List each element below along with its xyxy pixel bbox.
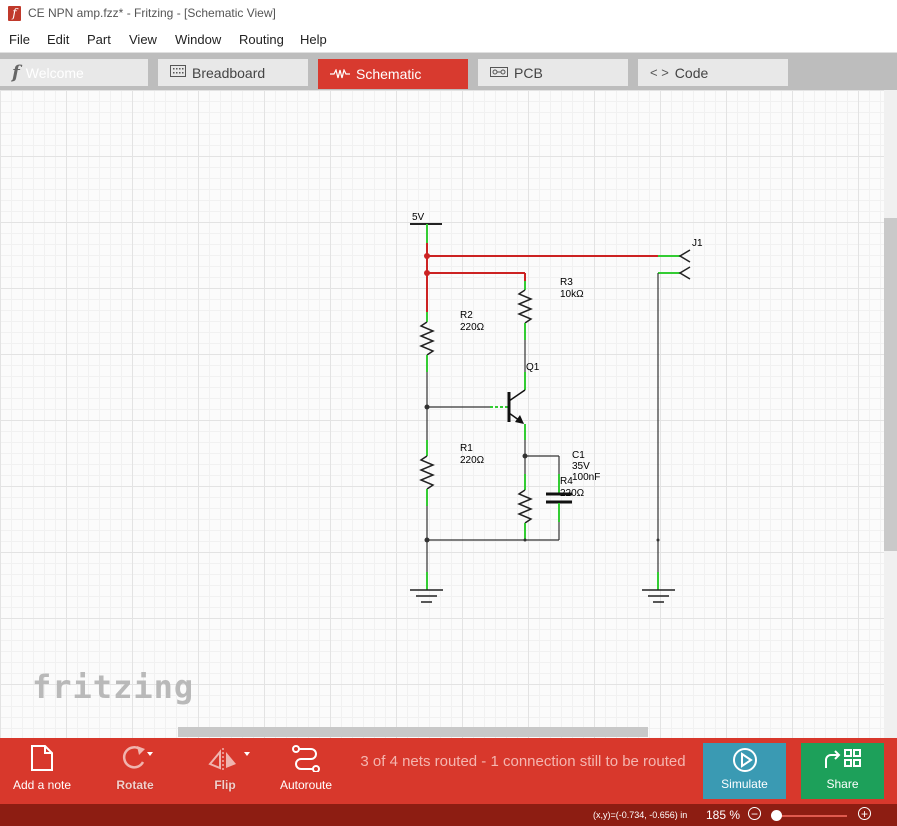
flip-label: Flip bbox=[214, 778, 236, 792]
resistor-r3[interactable]: R3 10kΩ bbox=[517, 277, 584, 340]
zoom-level: 185 % bbox=[706, 808, 741, 822]
resistor-r2-name: R2 bbox=[460, 310, 473, 321]
flip-button[interactable]: Flip bbox=[195, 738, 255, 792]
tab-code[interactable]: < > Code bbox=[638, 59, 788, 86]
share-button[interactable]: Share bbox=[801, 743, 884, 799]
schematic-icon bbox=[330, 67, 350, 82]
window-title: CE NPN amp.fzz* - Fritzing - [Schematic … bbox=[28, 6, 276, 20]
wire-junction bbox=[424, 270, 430, 276]
fritzing-f-icon: f bbox=[12, 62, 20, 83]
resistor-r4[interactable]: R4 220Ω bbox=[517, 474, 585, 540]
tab-label: PCB bbox=[514, 64, 543, 81]
menu-view[interactable]: View bbox=[129, 32, 157, 47]
wire-junction bbox=[656, 538, 660, 542]
menu-help[interactable]: Help bbox=[300, 32, 327, 47]
tab-label: Schematic bbox=[356, 66, 422, 82]
breadboard-icon bbox=[170, 65, 186, 80]
power-5v-symbol[interactable]: 5V bbox=[410, 212, 442, 243]
zoom-slider-handle[interactable] bbox=[771, 810, 782, 821]
simulate-button[interactable]: Simulate bbox=[703, 743, 786, 799]
tab-breadboard[interactable]: Breadboard bbox=[158, 59, 308, 86]
add-note-button[interactable]: Add a note bbox=[10, 738, 74, 792]
connector-j1-label: J1 bbox=[692, 238, 703, 249]
play-icon bbox=[703, 743, 786, 777]
vertical-scrollbar-thumb[interactable] bbox=[884, 218, 897, 551]
share-label: Share bbox=[826, 777, 859, 791]
simulate-label: Simulate bbox=[721, 777, 768, 791]
menu-part[interactable]: Part bbox=[87, 32, 111, 47]
menu-edit[interactable]: Edit bbox=[47, 32, 69, 47]
capacitor-c1-voltage: 35V bbox=[572, 461, 590, 472]
tab-label: Code bbox=[674, 64, 709, 81]
horizontal-scrollbar-thumb[interactable] bbox=[178, 727, 648, 737]
transistor-q1-name: Q1 bbox=[526, 362, 540, 373]
autoroute-label: Autoroute bbox=[279, 778, 333, 792]
capacitor-c1-value: 100nF bbox=[572, 472, 600, 483]
routed-wires[interactable] bbox=[426, 243, 658, 312]
note-icon bbox=[10, 738, 74, 772]
status-bar: (x,y)=(-0.734, -0.656) in 185 % − + bbox=[0, 804, 897, 826]
wire-junction bbox=[424, 253, 430, 259]
menu-bar: File Edit Part View Window Routing Help bbox=[0, 26, 897, 53]
resistor-r3-name: R3 bbox=[560, 277, 573, 288]
title-bar: f CE NPN amp.fzz* - Fritzing - [Schemati… bbox=[0, 0, 897, 26]
resistor-r2[interactable]: R2 220Ω bbox=[419, 310, 485, 372]
tab-label: Breadboard bbox=[192, 64, 266, 81]
power-label: 5V bbox=[412, 212, 425, 223]
connector-j1[interactable]: J1 bbox=[658, 238, 703, 280]
rotate-icon bbox=[105, 738, 165, 772]
ground-symbol-right[interactable] bbox=[642, 589, 675, 603]
add-note-label: Add a note bbox=[12, 778, 72, 792]
rotate-label: Rotate bbox=[116, 778, 154, 792]
fritzing-logo: fritzing bbox=[32, 668, 195, 706]
zoom-out-icon[interactable]: − bbox=[748, 807, 761, 820]
resistor-r1-name: R1 bbox=[460, 443, 473, 454]
share-icon bbox=[801, 743, 884, 777]
menu-window[interactable]: Window bbox=[175, 32, 221, 47]
pcb-icon bbox=[490, 65, 508, 80]
tab-schematic[interactable]: Schematic bbox=[318, 59, 468, 89]
wire-junction bbox=[523, 538, 527, 542]
zoom-in-icon[interactable]: + bbox=[858, 807, 871, 820]
view-tab-bar: f Welcome Breadboard Schematic PCB < > C… bbox=[0, 53, 897, 90]
bottom-toolbar: Add a note Rotate Flip Autoroute 3 of 4 … bbox=[0, 738, 897, 804]
tab-label: Welcome bbox=[25, 64, 84, 81]
tab-welcome[interactable]: f Welcome bbox=[0, 59, 148, 86]
autoroute-button[interactable]: Autoroute bbox=[274, 738, 338, 792]
schematic-diagram[interactable]: 5V J1 R2 220Ω R3 10kΩ Q1 R1 220Ω R4 220Ω… bbox=[0, 90, 884, 738]
schematic-canvas[interactable]: 5V J1 R2 220Ω R3 10kΩ Q1 R1 220Ω R4 220Ω… bbox=[0, 90, 884, 738]
zoom-slider-track[interactable] bbox=[777, 815, 847, 817]
menu-file[interactable]: File bbox=[9, 32, 30, 47]
resistor-r1-value: 220Ω bbox=[460, 455, 485, 466]
routing-status-message: 3 of 4 nets routed - 1 connection still … bbox=[360, 753, 686, 770]
menu-routing[interactable]: Routing bbox=[239, 32, 284, 47]
rotate-button[interactable]: Rotate bbox=[105, 738, 165, 792]
ground-symbol-left[interactable] bbox=[410, 589, 443, 603]
code-icon: < > bbox=[650, 65, 669, 80]
transistor-q1[interactable]: Q1 bbox=[490, 340, 540, 440]
resistor-r3-value: 10kΩ bbox=[560, 289, 584, 300]
flip-icon bbox=[195, 738, 255, 772]
resistor-r2-value: 220Ω bbox=[460, 322, 485, 333]
capacitor-c1-name: C1 bbox=[572, 450, 585, 461]
fritzing-app-icon: f bbox=[8, 5, 21, 21]
tab-pcb[interactable]: PCB bbox=[478, 59, 628, 86]
autoroute-icon bbox=[274, 738, 338, 772]
cursor-coordinates: (x,y)=(-0.734, -0.656) in bbox=[593, 810, 688, 820]
resistor-r1[interactable]: R1 220Ω bbox=[419, 440, 485, 506]
